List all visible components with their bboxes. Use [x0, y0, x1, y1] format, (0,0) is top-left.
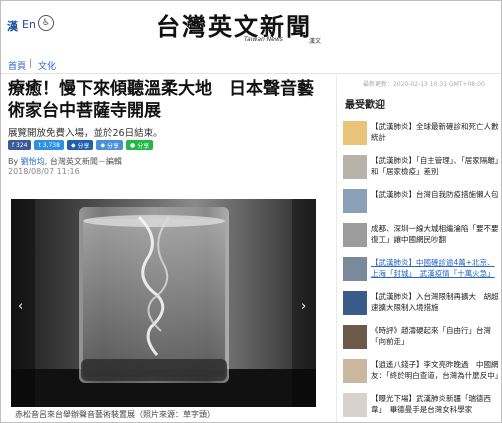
share-button-1[interactable]: ◆ 分享	[66, 140, 94, 150]
author-link[interactable]: 劉怡均	[21, 157, 45, 166]
twitter-share-button[interactable]: t 3,738	[34, 140, 64, 150]
popular-thumbnail	[343, 257, 367, 281]
popular-item[interactable]: 【武漢肺炎】「自主管理」、「居家隔離」和「居家檢疫」差別	[343, 153, 501, 187]
breadcrumb-separator: |	[29, 59, 33, 69]
photo-image	[11, 199, 316, 407]
logo-seal: 漢文	[309, 38, 322, 45]
popular-thumbnail	[343, 223, 367, 247]
page-frame: 漢 En ♿ 台灣英文新聞 Taiwan News 漢文 首頁 | 文化 療癒！…	[0, 0, 502, 423]
popular-thumbnail	[343, 155, 367, 179]
popular-item[interactable]: 【逍遙八錢子】李文亮昨晚過 中國網友：「終於明白查道，台灣為什麼反中」	[343, 357, 501, 391]
popular-thumbnail	[343, 393, 367, 417]
photo-next-arrow[interactable]: ›	[301, 299, 306, 314]
logo-title: 台灣英文新聞	[156, 12, 312, 41]
article-title: 療癒！慢下來傾聽溫柔大地 日本聲音藝術家台中菩薩寺開展	[8, 79, 314, 121]
breadcrumb: 首頁 | 文化	[1, 56, 501, 74]
popular-thumbnail	[343, 325, 367, 349]
accessibility-icon[interactable]: ♿	[38, 15, 54, 31]
line-icon: ●	[130, 141, 138, 149]
last-updated: 最新更新：2020-02-13 10:31 GMT+08:00	[363, 81, 485, 88]
logo-subtitle: Taiwan News	[244, 36, 283, 43]
facebook-share-button[interactable]: f 324	[8, 140, 32, 150]
popular-thumbnail	[343, 121, 367, 145]
popular-item[interactable]: 《時評》趙濤硬起來「自由行」台灣「向前走」	[343, 323, 501, 357]
article-date: 2018/08/07 11:16	[8, 167, 80, 176]
popular-thumbnail	[343, 291, 367, 315]
site-logo[interactable]: 台灣英文新聞 Taiwan News 漢文	[156, 7, 326, 45]
sidebar: 最新更新：2020-02-13 10:31 GMT+08:00 最受歡迎 【武漢…	[336, 75, 501, 422]
site-header: 漢 En ♿ 台灣英文新聞 Taiwan News 漢文	[1, 1, 501, 49]
breadcrumb-home[interactable]: 首頁	[8, 59, 26, 72]
article-photo[interactable]: ‹ ›	[11, 199, 316, 407]
popular-thumbnail	[343, 189, 367, 213]
popular-item[interactable]: 成都、深圳一線大城相繼淪陷「要不要復工」讓中國網民吵翻	[343, 221, 501, 255]
popular-item[interactable]: 【武漢肺炎】全球最新確診和死亡人數統計	[343, 119, 501, 153]
article-subtitle: 展覽開放免費入場，並於26日結束。	[8, 128, 163, 139]
line-share-button[interactable]: ● 分享	[126, 140, 154, 150]
lang-switch-english[interactable]: En	[22, 18, 36, 31]
popular-thumbnail	[343, 359, 367, 383]
lang-switch-chinese[interactable]: 漢	[7, 18, 18, 34]
popular-item[interactable]: 【武漢肺炎】台灣自我防疫措施懶人包	[343, 187, 501, 221]
share-button-2[interactable]: ◆ 分享	[96, 140, 124, 150]
photo-prev-arrow[interactable]: ‹	[18, 299, 23, 314]
breadcrumb-category[interactable]: 文化	[38, 59, 56, 72]
popular-heading: 最受歡迎	[345, 100, 385, 111]
article-byline: By 劉怡均, 台灣英文新聞－編輯	[8, 157, 122, 166]
popular-item[interactable]: 【武漢肺炎】入台灣限制再擴大 胡超速擴大限制入境措施	[343, 289, 501, 323]
popular-item[interactable]: 【曝光下場】武漢肺炎新疆「瑞德西韋」 畢德曼手是台灣女科學家	[343, 391, 501, 422]
photo-caption: 赤松音呂來台舉辦聲音藝術裝置展（照片來源：草字頭）	[15, 410, 215, 419]
share-bar: f 324 t 3,738 ◆ 分享 ◆ 分享 ● 分享	[8, 140, 154, 150]
popular-item[interactable]: 【武漢肺炎】中國確診逾4萬+北京、上海「封城」 武漢疫情「十萬火急」	[343, 255, 501, 289]
